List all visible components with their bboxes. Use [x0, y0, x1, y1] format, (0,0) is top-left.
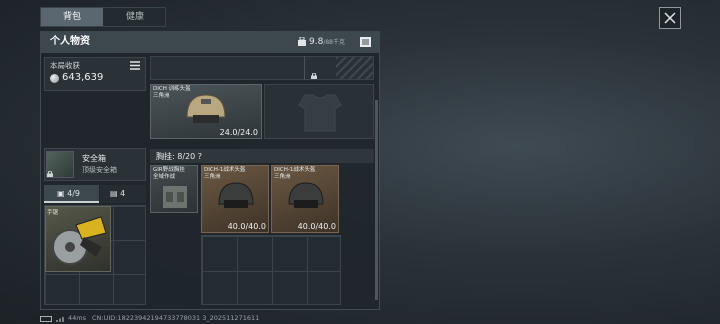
rig-name: GIR野战胸挂 — [153, 167, 185, 173]
helmet-icon — [218, 182, 254, 208]
footer-uid: CN:UID:18223942194733778031 3_2025112716… — [92, 314, 260, 322]
tab-bag[interactable]: ▣ 4/9 — [44, 185, 99, 203]
weight-max: /88千克 — [323, 39, 345, 46]
page-title: 个人物资 — [50, 36, 90, 47]
tab-backpack[interactable]: 背包 — [41, 8, 103, 26]
lock-icon — [311, 73, 317, 79]
close-button[interactable] — [659, 7, 681, 29]
weight-icon — [298, 37, 306, 46]
rig-icon — [163, 186, 187, 208]
chest-rig-slot[interactable]: GIR野战胸挂 全域作战 — [150, 165, 198, 213]
income-value: 643,639 — [62, 72, 104, 83]
helmet-sub: 三角洲 — [153, 93, 170, 99]
bag-count: 4/9 — [67, 189, 80, 198]
vest-icon: ▤ — [110, 189, 118, 198]
saw-icon — [52, 216, 107, 265]
helmet-a-durability: 40.0/40.0 — [227, 222, 266, 231]
weight-value: 9.8 — [309, 37, 324, 47]
safe-box-name: 安全箱 — [82, 154, 106, 163]
armor-placeholder-icon — [298, 94, 342, 132]
tab-health[interactable]: 健康 — [104, 8, 166, 26]
weight-readout: 9.8/88千克 — [309, 33, 345, 52]
bag-icon: ▣ — [57, 189, 65, 198]
safe-box-subtitle: 顶级安全箱 — [82, 166, 117, 174]
helmet-icon — [186, 94, 226, 123]
item-label: 手锯 — [47, 210, 59, 216]
chest-rig-label: 胸挂: 8/20 ? — [156, 152, 202, 161]
locked-slot — [336, 57, 373, 79]
divider — [304, 56, 305, 80]
rig-sub: 全域作战 — [153, 174, 176, 180]
tab-vest[interactable]: ▤ 4 — [100, 185, 146, 203]
helmet-b-durability: 40.0/40.0 — [297, 222, 336, 231]
scrollbar[interactable] — [375, 100, 378, 300]
list-icon[interactable] — [360, 37, 371, 47]
vest-count: 4 — [120, 189, 126, 198]
helmet-item-b[interactable]: DICH-1战术头盔 三角洲 40.0/40.0 — [271, 165, 339, 233]
income-list-icon[interactable] — [130, 61, 140, 70]
helmet-a-name: DICH-1战术头盔 — [204, 167, 246, 173]
helmet-icon — [288, 182, 324, 208]
footer-ping: 44ms — [68, 314, 86, 322]
armor-slot[interactable] — [264, 84, 374, 139]
tab-bar: 背包 健康 — [40, 7, 166, 27]
coin-icon — [50, 74, 59, 83]
battery-icon — [40, 316, 52, 322]
lock-icon — [47, 171, 53, 177]
chest-rig-grid — [201, 235, 341, 305]
helmet-durability: 24.0/24.0 — [219, 128, 258, 137]
income-label: 本局收获 — [50, 61, 80, 70]
helmet-b-name: DICH-1战术头盔 — [274, 167, 316, 173]
helmet-item-a[interactable]: DICH-1战术头盔 三角洲 40.0/40.0 — [201, 165, 269, 233]
helmet-slot[interactable]: DICH 训练头盔 三角洲 24.0/24.0 — [150, 84, 262, 139]
signal-icon — [56, 317, 64, 322]
close-icon — [664, 12, 676, 24]
